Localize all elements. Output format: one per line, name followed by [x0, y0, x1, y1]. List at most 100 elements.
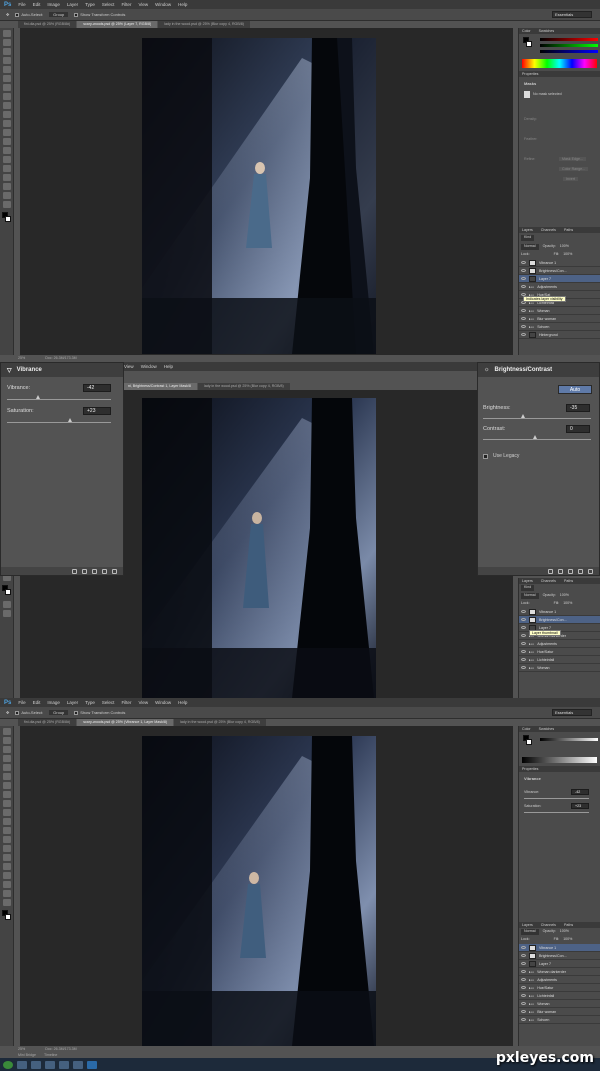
eye-icon[interactable]: [521, 333, 526, 336]
stamp-icon[interactable]: [3, 102, 11, 109]
taskbar-app-icon[interactable]: [31, 1060, 41, 1069]
menu-select[interactable]: Select: [102, 700, 115, 705]
gray-spectrum[interactable]: [522, 757, 597, 763]
opacity-value[interactable]: 100%: [560, 593, 569, 599]
background-color-swatch[interactable]: [5, 216, 11, 222]
clip-to-layer-icon[interactable]: [548, 568, 553, 574]
reset-icon[interactable]: [92, 568, 97, 574]
tab-properties[interactable]: Properties: [522, 767, 538, 771]
move-icon[interactable]: [3, 728, 11, 735]
menu-edit[interactable]: Edit: [33, 2, 41, 7]
menu-view[interactable]: View: [124, 364, 134, 369]
layer-row[interactable]: Hintergrund: [519, 331, 600, 339]
dodge-icon[interactable]: [3, 845, 11, 852]
path-select-icon[interactable]: [3, 174, 11, 181]
tab-swatches[interactable]: Swatches: [539, 29, 555, 33]
brightness-slider-handle[interactable]: [521, 414, 525, 418]
trash-icon[interactable]: [112, 568, 117, 574]
eye-icon[interactable]: [521, 261, 526, 264]
layer-row[interactable]: ▸▭ Lichteinfall: [519, 992, 600, 1000]
quick-select-icon[interactable]: [3, 755, 11, 762]
layer-row[interactable]: ▸▭ Blur woman: [519, 1008, 600, 1016]
workspace-select[interactable]: Essentials: [552, 11, 592, 18]
reset-icon[interactable]: [568, 568, 573, 574]
auto-select-dropdown[interactable]: Group: [49, 12, 69, 17]
visibility-icon[interactable]: [102, 568, 107, 574]
opacity-value[interactable]: 100%: [560, 929, 569, 935]
blend-mode-select[interactable]: Normal: [521, 929, 539, 935]
brightness-slider-track[interactable]: [483, 418, 591, 419]
eraser-icon[interactable]: [3, 818, 11, 825]
layer-row[interactable]: ▸▭ Hue/Satur: [519, 984, 600, 992]
tab-layers[interactable]: Layers: [522, 579, 533, 583]
type-icon[interactable]: [3, 165, 11, 172]
menu-filter[interactable]: Filter: [121, 2, 131, 7]
brightness-input[interactable]: -35: [566, 404, 590, 412]
layer-row-selected[interactable]: Layer 7: [519, 275, 600, 283]
blend-mode-select[interactable]: Normal: [521, 244, 539, 250]
layer-row[interactable]: ▸▭ Adjustments: [519, 283, 600, 291]
menu-help[interactable]: Help: [164, 364, 173, 369]
pen-icon[interactable]: [3, 156, 11, 163]
layer-row[interactable]: ▸▭ Blur woman: [519, 315, 600, 323]
heal-icon[interactable]: [3, 84, 11, 91]
eye-icon[interactable]: [521, 994, 526, 997]
marquee-icon[interactable]: [3, 39, 11, 46]
tab-doc-2[interactable]: scary-woods.psd @ 25% (Layer 7, RGB/8): [77, 21, 158, 28]
tab-mini-bridge[interactable]: Mini Bridge: [18, 1053, 36, 1057]
taskbar-app-icon[interactable]: [45, 1060, 55, 1069]
use-legacy-checkbox[interactable]: Use Legacy: [483, 453, 519, 459]
menu-window[interactable]: Window: [141, 364, 157, 369]
layer-row-selected[interactable]: Vibrance 1: [519, 944, 600, 952]
move-icon[interactable]: [3, 30, 11, 37]
layer-row[interactable]: Brightness/Con...: [519, 952, 600, 960]
layer-row[interactable]: ▸▭ Adjustments: [519, 976, 600, 984]
fill-value[interactable]: 100%: [563, 601, 572, 607]
eye-icon[interactable]: [521, 962, 526, 965]
layer-row[interactable]: Vibrance 1: [519, 608, 600, 616]
color-swatches[interactable]: [2, 910, 11, 922]
menu-select[interactable]: Select: [102, 2, 115, 7]
canvas-area[interactable]: [20, 726, 513, 1046]
background-color-swatch[interactable]: [5, 589, 11, 595]
tab-layers[interactable]: Layers: [522, 228, 533, 232]
layer-row[interactable]: ▸▭Woman darkerder: [519, 968, 600, 976]
fill-value[interactable]: 100%: [563, 252, 572, 258]
menu-image[interactable]: Image: [47, 2, 60, 7]
tab-swatches[interactable]: Swatches: [539, 727, 555, 731]
eye-icon[interactable]: [521, 658, 526, 661]
blend-mode-select[interactable]: Normal: [521, 593, 539, 599]
gray-slider[interactable]: [540, 737, 598, 742]
mask-edge-button[interactable]: Mask Edge...: [559, 157, 586, 161]
clip-to-layer-icon[interactable]: [72, 568, 77, 574]
layer-row[interactable]: Vibrance 1: [519, 259, 600, 267]
eye-icon[interactable]: [521, 317, 526, 320]
workspace-select[interactable]: Essentials: [552, 709, 592, 716]
tab-channels[interactable]: Channels: [541, 579, 556, 583]
zoom-level[interactable]: 25%: [18, 1047, 25, 1051]
eye-icon[interactable]: [521, 277, 526, 280]
gradient-icon[interactable]: [3, 129, 11, 136]
layer-row[interactable]: ▸▭ Lichteinfall: [519, 656, 600, 664]
tab-color[interactable]: Color: [522, 29, 531, 33]
contrast-slider-handle[interactable]: [533, 435, 537, 439]
eye-icon[interactable]: [521, 946, 526, 949]
marquee-icon[interactable]: [3, 737, 11, 744]
view-previous-icon[interactable]: [558, 568, 563, 574]
eye-icon[interactable]: [521, 1018, 526, 1021]
crop-icon[interactable]: [3, 66, 11, 73]
tab-doc-2[interactable]: scary-woods.psd @ 25% (Vibrance 1, Layer…: [77, 719, 174, 726]
eye-icon[interactable]: [521, 610, 526, 613]
menu-type[interactable]: Type: [85, 700, 95, 705]
color-spectrum[interactable]: [522, 59, 597, 68]
blur-icon[interactable]: [3, 836, 11, 843]
auto-select-checkbox[interactable]: Auto-Select:: [15, 710, 43, 715]
pen-icon[interactable]: [3, 854, 11, 861]
tab-color[interactable]: Color: [522, 727, 531, 731]
shape-icon[interactable]: [3, 881, 11, 888]
blur-icon[interactable]: [3, 138, 11, 145]
saturation-slider-track[interactable]: [7, 422, 111, 423]
saturation-input[interactable]: +23: [571, 803, 589, 809]
tab-paths[interactable]: Paths: [564, 579, 573, 583]
lasso-icon[interactable]: [3, 48, 11, 55]
